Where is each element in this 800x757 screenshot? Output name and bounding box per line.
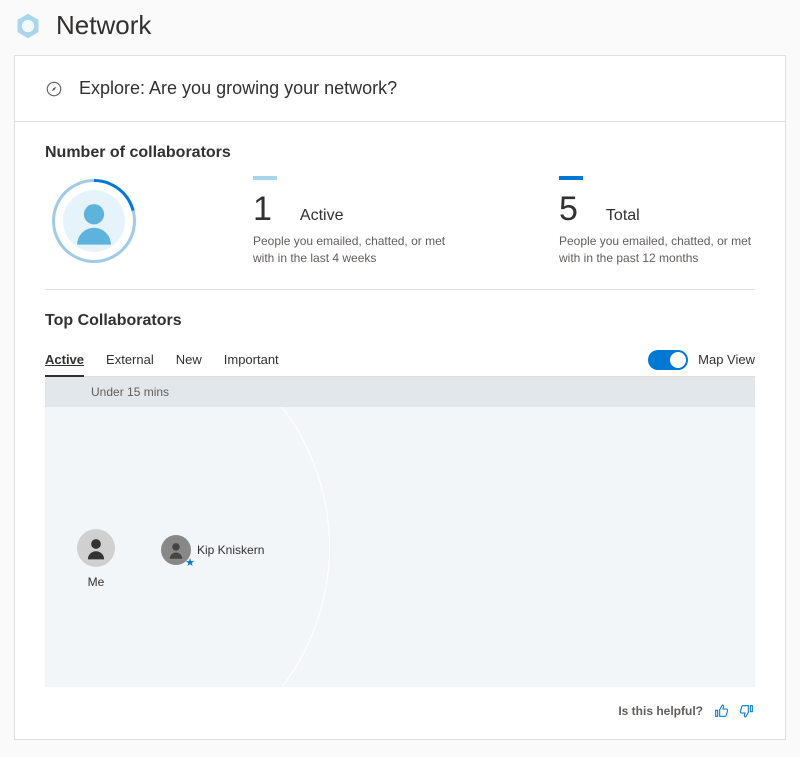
tabs-row: Active External New Important Map View	[45, 344, 755, 377]
me-label: Me	[88, 575, 105, 589]
map-view-label: Map View	[698, 352, 755, 367]
active-label: Active	[300, 207, 344, 225]
helpful-prompt: Is this helpful?	[618, 704, 703, 718]
star-icon: ★	[185, 556, 195, 569]
network-hex-icon	[14, 12, 42, 40]
collaborator-name: Kip Kniskern	[197, 543, 264, 557]
feedback-row: Is this helpful?	[45, 687, 755, 719]
top-collaborators-title: Top Collaborators	[45, 312, 755, 330]
node-collaborator[interactable]: ★ Kip Kniskern	[161, 535, 264, 565]
tab-new[interactable]: New	[176, 344, 202, 376]
tabs: Active External New Important	[45, 344, 648, 376]
explore-bar[interactable]: Explore: Are you growing your network?	[15, 56, 785, 122]
tab-active[interactable]: Active	[45, 344, 84, 377]
node-me[interactable]: Me	[77, 529, 115, 589]
avatar-collaborator: ★	[161, 535, 191, 565]
thumbs-down-icon[interactable]	[739, 703, 755, 719]
map-view-toggle-wrap: Map View	[648, 350, 755, 370]
active-count: 1	[253, 190, 272, 229]
page-header: Network	[0, 0, 800, 55]
card-body: Number of collaborators	[15, 122, 785, 739]
avatar-me	[77, 529, 115, 567]
tab-external[interactable]: External	[106, 344, 154, 376]
map-body: Me ★ Kip Kniskern	[45, 407, 755, 687]
metric-total: 5 Total People you emailed, chatted, or …	[559, 176, 755, 267]
map-view-toggle[interactable]	[648, 350, 688, 370]
total-label: Total	[606, 207, 640, 225]
collaborators-title: Number of collaborators	[45, 144, 755, 162]
tab-important[interactable]: Important	[224, 344, 279, 376]
time-bucket-label: Under 15 mins	[45, 377, 755, 407]
explore-prompt: Explore: Are you growing your network?	[79, 78, 397, 99]
network-card: Explore: Are you growing your network? N…	[14, 55, 786, 740]
map-panel: Under 15 mins Me	[45, 377, 755, 687]
you-avatar-ring	[45, 176, 143, 267]
person-silhouette-icon	[63, 190, 125, 252]
accent-bar-active	[253, 176, 277, 180]
total-desc: People you emailed, chatted, or met with…	[559, 233, 755, 267]
compass-icon	[45, 80, 63, 98]
page-title: Network	[56, 10, 151, 41]
metrics-row: 1 Active People you emailed, chatted, or…	[45, 176, 755, 290]
metric-active: 1 Active People you emailed, chatted, or…	[253, 176, 449, 267]
thumbs-up-icon[interactable]	[713, 703, 729, 719]
accent-bar-total	[559, 176, 583, 180]
total-count: 5	[559, 190, 578, 229]
active-desc: People you emailed, chatted, or met with…	[253, 233, 449, 267]
